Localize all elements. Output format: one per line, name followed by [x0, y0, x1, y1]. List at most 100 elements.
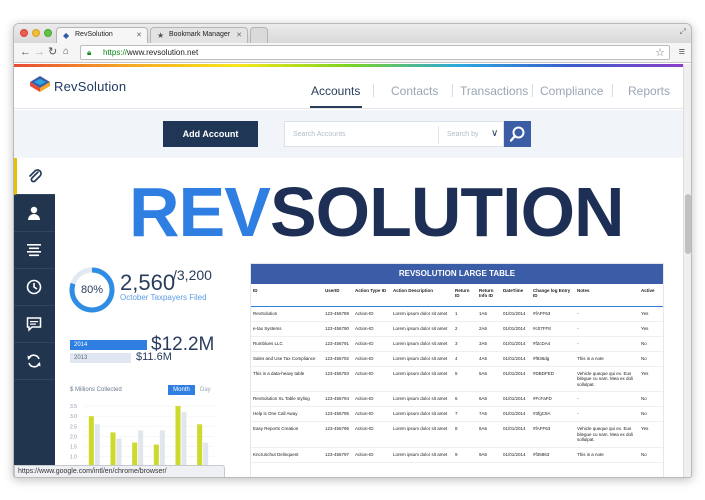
- table-cell: Action-ID: [353, 447, 391, 463]
- table-cell: Lorem ipsum dolor sit amet: [391, 391, 453, 407]
- table-row[interactable]: Rumblues LLC 123-456791 Action-ID Lorem ips…: [251, 336, 663, 352]
- search-by-select[interactable]: Search by: [447, 131, 479, 138]
- sidebar-item-history[interactable]: [14, 269, 55, 306]
- table-cell: Lorem ipsum dolor sit amet: [391, 447, 453, 463]
- table-cell: 123-456796: [323, 421, 353, 448]
- minimize-window-icon[interactable]: [32, 29, 40, 37]
- paperclip-icon: [29, 169, 42, 183]
- fullscreen-icon[interactable]: ⤢: [680, 27, 686, 37]
- column-header[interactable]: DateTime: [501, 284, 531, 307]
- year-2014-bar: 2014: [70, 340, 147, 350]
- sidebar-item-users[interactable]: [14, 195, 55, 232]
- table-cell: Yes: [639, 306, 663, 322]
- year-2013-label: 2013: [74, 355, 88, 361]
- search-icon: [509, 126, 525, 142]
- table-cell: -: [575, 336, 639, 352]
- year-2014-label: 2014: [74, 342, 88, 348]
- table-cell: Yes: [639, 321, 663, 337]
- sidebar-item-attachments[interactable]: [14, 158, 55, 195]
- hero-rev: REV: [129, 173, 271, 251]
- table-row[interactable]: This is a data-heavy table 123-456793 Acti…: [251, 366, 663, 392]
- nav-transactions[interactable]: Transactions: [460, 84, 528, 98]
- close-tab-icon[interactable]: ✕: [136, 31, 142, 39]
- column-header[interactable]: Return ID: [453, 284, 477, 307]
- table-row[interactable]: e-tax Systems 123-456790 Action-ID Lorem ip…: [251, 321, 663, 337]
- table-cell: Sales and Use Tax Compliance: [251, 351, 323, 367]
- large-table-panel: REVSOLUTION LARGE TABLE ID UserID Action T…: [250, 263, 664, 477]
- sidebar-item-sync[interactable]: [14, 343, 55, 380]
- add-account-button[interactable]: Add Account: [163, 121, 258, 147]
- column-header[interactable]: Action Description: [391, 284, 453, 307]
- title-bar: ◆ RevSolution ✕ ★ Bookmark Manager ✕ ⤢: [14, 24, 691, 43]
- reload-icon[interactable]: ↻: [48, 46, 57, 58]
- day-toggle[interactable]: Day: [200, 385, 211, 395]
- nav-accounts[interactable]: Accounts: [311, 84, 360, 98]
- table-cell: Lorem ipsum dolor sit amet: [391, 351, 453, 367]
- table-row[interactable]: Help is One Call Away 123-456795 Action-ID…: [251, 406, 663, 422]
- table-row[interactable]: RevSolution 123-456789 Action-ID Lorem ipsu…: [251, 306, 663, 322]
- column-header[interactable]: Action Type ID: [353, 284, 391, 307]
- table-cell: 2: [453, 321, 477, 337]
- menu-icon[interactable]: ≡: [679, 46, 685, 58]
- close-window-icon[interactable]: [20, 29, 28, 37]
- browser-toolbar: ← → ↻ ⌂ 🔒︎ https://www.revsolution.net ☆…: [14, 43, 691, 63]
- table-cell: 123-456795: [323, 406, 353, 422]
- table-cell: #FcFaFD: [531, 391, 575, 407]
- address-bar[interactable]: 🔒︎ https://www.revsolution.net ☆: [80, 45, 670, 60]
- table-cell: RevSolution: [251, 306, 323, 322]
- comment-icon: [26, 317, 42, 332]
- table-row[interactable]: Kncrunchut Delinquent 123-456797 Action-ID…: [251, 447, 663, 463]
- search-button[interactable]: [504, 121, 531, 147]
- table-cell: 01/01/2014: [501, 306, 531, 322]
- table-cell: 01/01/2014: [501, 351, 531, 367]
- column-header[interactable]: UserID: [323, 284, 353, 307]
- home-icon[interactable]: ⌂: [63, 46, 69, 58]
- table-cell: 6: [453, 391, 477, 407]
- table-cell: Yes: [639, 421, 663, 448]
- maximize-window-icon[interactable]: [44, 29, 52, 37]
- url-scheme: https://: [103, 48, 128, 57]
- column-header[interactable]: Notes: [575, 284, 639, 307]
- table-cell: #DBDFED: [531, 366, 575, 392]
- column-header[interactable]: ID: [251, 284, 323, 307]
- forward-icon[interactable]: →: [34, 46, 45, 58]
- table-cell: Kncrunchut Delinquent: [251, 447, 323, 463]
- chevron-down-icon[interactable]: ∨: [491, 128, 498, 139]
- column-header[interactable]: Active: [639, 284, 663, 307]
- new-tab-button[interactable]: [250, 27, 268, 43]
- back-icon[interactable]: ←: [20, 46, 31, 58]
- month-toggle[interactable]: Month: [168, 385, 195, 395]
- table-row[interactable]: RevSolution XL Table styling 123-456794 Ac…: [251, 391, 663, 407]
- bookmark-star-icon[interactable]: ☆: [655, 46, 665, 59]
- close-tab-icon[interactable]: ✕: [236, 31, 242, 39]
- column-header[interactable]: Return Info ID: [477, 284, 501, 307]
- column-header[interactable]: Change log Entry ID: [531, 284, 575, 307]
- nav-compliance[interactable]: Compliance: [540, 84, 603, 98]
- table-row[interactable]: Sales and Use Tax Compliance 123-456792 Ac…: [251, 351, 663, 367]
- tab-revsolution[interactable]: ◆ RevSolution ✕: [56, 27, 148, 43]
- search-box: Search Accounts Search by ∨: [284, 121, 504, 147]
- sidebar-item-messages[interactable]: [14, 306, 55, 343]
- table-cell: 123-456790: [323, 321, 353, 337]
- page-scrollbar[interactable]: [683, 64, 691, 477]
- table-cell: -: [575, 306, 639, 322]
- table-cell: Lorem ipsum dolor sit amet: [391, 306, 453, 322]
- table-cell: Action-ID: [353, 351, 391, 367]
- table-cell: No: [639, 447, 663, 463]
- nav-reports[interactable]: Reports: [628, 84, 670, 98]
- table-cell: 9A6: [477, 447, 501, 463]
- sidebar-item-documents[interactable]: [14, 232, 55, 269]
- scrollbar-thumb[interactable]: [685, 194, 691, 254]
- percent-label: 80%: [80, 284, 104, 296]
- search-input[interactable]: Search Accounts: [293, 131, 346, 138]
- table-cell: 123-456793: [323, 366, 353, 392]
- table-cell: 01/01/2014: [501, 366, 531, 392]
- table-cell: Action-ID: [353, 336, 391, 352]
- table-cell: This is a data-heavy table: [251, 366, 323, 392]
- tab-bookmark-manager[interactable]: ★ Bookmark Manager ✕: [150, 27, 248, 43]
- status-bar-url: https://www.google.com/intl/en/chrome/br…: [14, 465, 225, 477]
- nav-contacts[interactable]: Contacts: [391, 84, 438, 98]
- table-row[interactable]: Easy Reports Creation 123-456796 Action-ID…: [251, 421, 663, 448]
- brand-name: RevSolution: [54, 79, 127, 94]
- action-bar: Add Account Search Accounts Search by ∨: [14, 110, 683, 158]
